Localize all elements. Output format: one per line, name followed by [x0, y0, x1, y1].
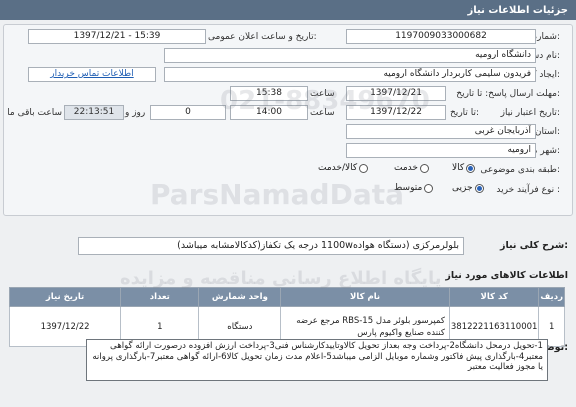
- watermark-line1: پایگاه اطلاع رسانی مناقصه و مزایده: [120, 268, 442, 289]
- deadline-time-field: 15:38: [230, 86, 308, 101]
- radio-selected-icon: [474, 183, 484, 193]
- column-header: کد کالا: [448, 287, 540, 307]
- radio-empty-icon: [424, 183, 434, 193]
- radio-selected-icon: [466, 163, 476, 173]
- buyer-notes-text: 1-تحویل درمحل دانشگاه2-پرداخت وجه بعداز …: [86, 339, 548, 381]
- validity-to-label: تا تاریخ:: [450, 108, 480, 118]
- remaining-label: ساعت باقی مانده: [8, 108, 62, 118]
- category-radio-goods-service[interactable]: کالا/خدمت: [318, 163, 369, 173]
- validity-date-field: 1397/12/22: [346, 105, 446, 120]
- days-label: روز و: [125, 108, 146, 118]
- column-header: نام کالا: [280, 287, 450, 307]
- announce-label: تاریخ و ساعت اعلان عمومی:: [208, 32, 317, 42]
- radio-empty-icon: [359, 163, 369, 173]
- summary-text: بلولرمرکزی (دستگاه هواده1100w درجه یک تک…: [78, 237, 464, 255]
- column-header: تاریخ نیاز: [8, 287, 122, 307]
- goods-table: ردیف کد کالا نام کالا واحد شمارش تعداد ت…: [8, 287, 565, 347]
- category-label: طبقه بندی موضوعی:: [480, 165, 560, 175]
- column-header: ردیف: [538, 287, 565, 307]
- deadline-date-field: 1397/12/21: [346, 86, 446, 101]
- deadline-time-label: ساعت: [310, 89, 335, 99]
- page-title: جزئیات اطلاعات نیاز: [467, 4, 568, 16]
- summary-label: شرح کلی نیاز:: [499, 240, 568, 251]
- column-header: تعداد: [120, 287, 200, 307]
- province-field: آذربایجان غربی: [346, 124, 536, 139]
- announce-field: 1397/12/21 - 15:39: [28, 29, 206, 44]
- deadline-label: مهلت ارسال پاسخ: تا تاریخ:: [456, 89, 560, 99]
- validity-time-label: ساعت: [310, 108, 335, 118]
- creator-field: فریدون سلیمی کاربردار دانشگاه ارومیه: [164, 67, 536, 82]
- days-field: 0: [150, 105, 226, 120]
- validity-time-field: 14:00: [230, 105, 308, 120]
- page-header: جزئیات اطلاعات نیاز: [0, 0, 576, 20]
- remaining-timer: 22:13:51: [64, 105, 124, 120]
- goods-section-label: اطلاعات کالاهای مورد نیاز: [445, 270, 568, 281]
- column-header: واحد شمارش: [198, 287, 282, 307]
- buyer-contact-link[interactable]: اطلاعات تماس خریدار: [28, 67, 156, 82]
- category-radio-goods[interactable]: کالا: [452, 163, 476, 173]
- buyer-org-field: دانشگاه ارومیه: [164, 48, 536, 63]
- need-number-field: 1197009033000682: [346, 29, 536, 44]
- process-radio-medium[interactable]: متوسط: [394, 183, 434, 193]
- process-label: نوع فرآیند خرید :: [496, 185, 560, 195]
- process-radio-minor[interactable]: جزیی: [452, 183, 484, 193]
- goods-header-row: ردیف کد کالا نام کالا واحد شمارش تعداد ت…: [8, 287, 565, 307]
- radio-empty-icon: [419, 163, 429, 173]
- category-radio-service[interactable]: خدمت: [394, 163, 429, 173]
- validity-label: تاریخ اعتبار نیاز:: [500, 108, 560, 118]
- city-field: ارومیه: [346, 143, 536, 158]
